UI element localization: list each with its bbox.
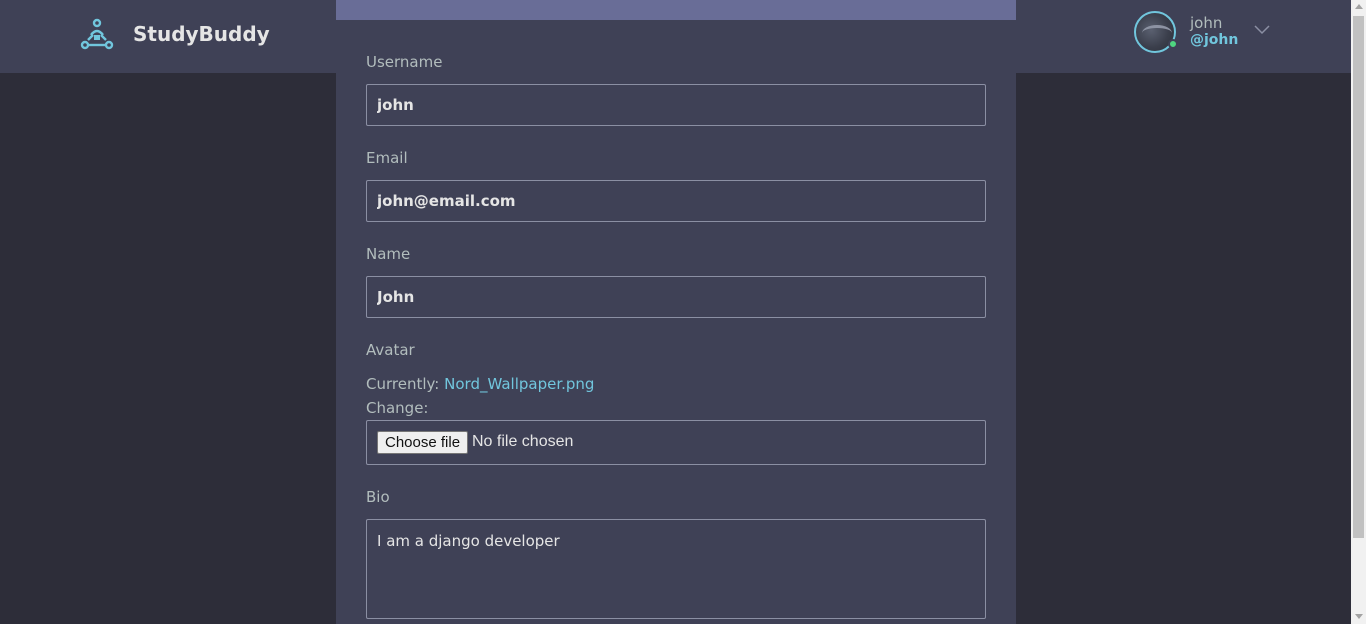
current-avatar-info: Currently: Nord_Wallpaper.png — [366, 375, 594, 393]
user-handle: @john — [1190, 32, 1239, 48]
chevron-down-icon[interactable] — [1254, 23, 1270, 35]
online-status-indicator — [1168, 39, 1178, 49]
page-scrollbar[interactable] — [1351, 0, 1366, 624]
avatar-image — [1142, 25, 1172, 41]
name-input[interactable] — [366, 276, 986, 318]
choose-file-button[interactable]: Choose file — [377, 431, 469, 454]
bio-textarea[interactable]: I am a django developer — [366, 519, 986, 619]
avatar-file-input[interactable]: Choose file No file chosen — [366, 420, 986, 465]
brand-name[interactable]: StudyBuddy — [133, 22, 270, 46]
current-avatar-link[interactable]: Nord_Wallpaper.png — [444, 375, 594, 393]
edit-profile-form: Username Email Name Avatar Currently: No… — [336, 0, 1016, 624]
user-name: john — [1190, 14, 1223, 32]
username-input[interactable] — [366, 84, 986, 126]
name-label: Name — [366, 245, 411, 263]
change-label: Change: — [366, 399, 429, 417]
email-label: Email — [366, 149, 408, 167]
bio-label: Bio — [366, 488, 390, 506]
scroll-up-icon[interactable] — [1355, 4, 1363, 9]
studybuddy-logo-icon[interactable] — [80, 18, 114, 52]
currently-label: Currently: — [366, 375, 440, 393]
email-input[interactable] — [366, 180, 986, 222]
username-label: Username — [366, 53, 443, 71]
avatar-label: Avatar — [366, 341, 415, 359]
scrollbar-thumb[interactable] — [1353, 16, 1364, 538]
scroll-down-icon[interactable] — [1355, 614, 1363, 619]
no-file-chosen-text: No file chosen — [472, 433, 574, 450]
form-header-bar — [336, 0, 1016, 20]
user-menu[interactable]: john @john — [1134, 11, 1274, 53]
